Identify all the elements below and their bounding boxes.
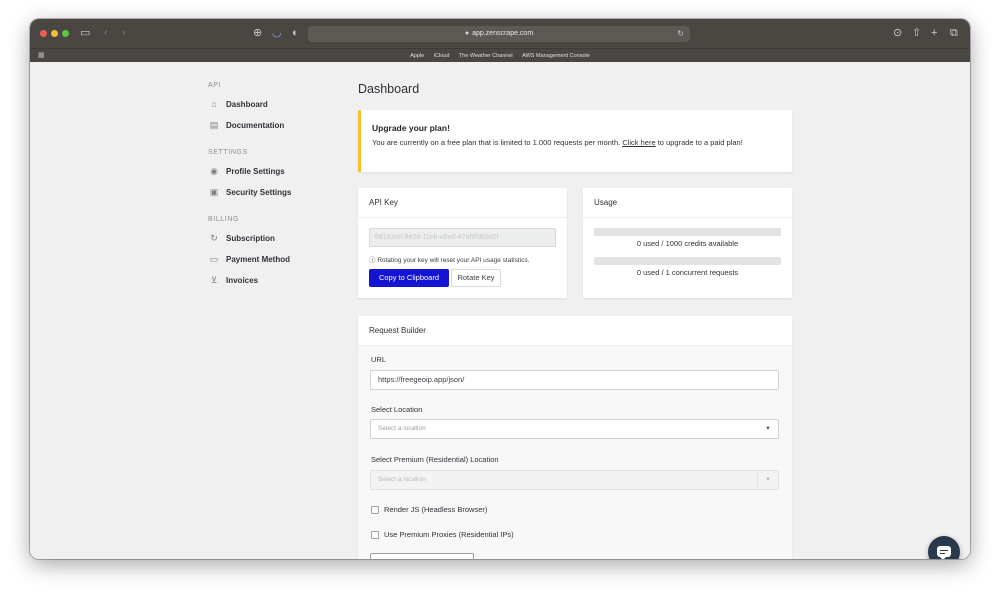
sidebar-item-label: Security Settings [226,188,292,197]
usage-header: Usage [583,188,792,218]
premium-location-placeholder: Select a location [378,476,426,483]
cart-icon: ⊻ [210,275,218,285]
favorite-link[interactable]: Apple [410,53,424,59]
forward-icon[interactable]: › [122,26,126,40]
copy-to-clipboard-button[interactable]: Copy to Clipboard [369,269,449,287]
location-select[interactable]: Select a location ▼ [370,419,779,439]
download-icon[interactable]: ⊙ [893,26,902,40]
zoom-window-button[interactable] [62,30,69,37]
tab-overview-icon[interactable]: ⧉ [950,26,958,40]
pocket-extension-icon[interactable]: ◡ [272,26,282,40]
sidebar-item-payment-method[interactable]: ▭ Payment Method [208,252,290,266]
sidebar-item-label: Dashboard [226,100,268,109]
location-placeholder: Select a location [378,425,426,432]
chat-icon [937,546,951,559]
api-key-card: API Key f8f183e0-8e2d-11eb-a5e8-47af8f9b… [358,188,567,298]
extension-add-icon[interactable]: ⊕ [253,26,262,40]
favorite-link[interactable]: The Weather Channel [459,53,513,59]
premium-location-select[interactable]: Select a location ▼ [370,470,779,490]
concurrent-progress-bar [594,257,781,265]
lock-icon: ● [464,30,470,37]
new-tab-icon[interactable]: + [931,26,937,40]
sidebar-item-label: Payment Method [226,255,291,264]
rotate-key-button[interactable]: Rotate Key [451,269,501,287]
sidebar-heading: SETTINGS [208,149,248,156]
favorites-bar: ▦ Apple iCloud The Weather Channel AWS M… [30,48,970,62]
favorite-link[interactable]: iCloud [434,53,450,59]
document-icon: ▤ [209,120,219,130]
alert-title: Upgrade your plan! [372,123,450,133]
alert-text: You are currently on a free plan that is… [372,137,782,150]
sidebar-item-label: Documentation [226,121,285,130]
concurrent-usage-text: 0 used / 1 concurrent requests [636,268,739,277]
sidebar-heading: BILLING [208,216,240,223]
user-icon: ◉ [210,166,218,176]
sidebar-item-profile-settings[interactable]: ◉ Profile Settings [208,164,285,178]
favorite-link[interactable]: AWS Management Console [522,53,590,59]
chevron-down-icon: ▼ [765,477,771,483]
minimize-window-button[interactable] [51,30,58,37]
premium-proxies-checkbox[interactable] [371,531,379,539]
back-icon[interactable]: ‹ [104,26,108,40]
page-content: API ⌂ Dashboard ▤ Documentation SETTINGS ◉… [30,62,970,559]
browser-toolbar: ▭ ‹ › ⊕ ◡ ◐ ● app.zenscrape.com ↻ ⊙ ⇧ + ⧉ [30,19,970,48]
api-key-header: API Key [358,188,567,218]
sidebar-item-subscription[interactable]: ↻ Subscription [208,231,275,245]
browser-window: ▭ ‹ › ⊕ ◡ ◐ ● app.zenscrape.com ↻ ⊙ ⇧ + ⧉… [30,19,970,559]
sidebar-item-label: Invoices [226,276,259,285]
home-icon: ⌂ [211,99,217,109]
address-url: app.zenscrape.com [472,30,534,37]
render-js-checkbox[interactable] [371,506,379,514]
location-label: Select Location [371,405,423,414]
reload-icon[interactable]: ↻ [677,26,684,42]
privacy-shield-icon[interactable]: ◐ [292,26,299,40]
url-input[interactable]: https://freegeoip.app/json/ [370,370,779,390]
share-icon[interactable]: ⇧ [912,26,921,40]
premium-proxies-label[interactable]: Use Premium Proxies (Residential IPs) [384,530,514,539]
sidebar-heading: API [208,82,222,89]
api-key-field[interactable]: f8f183e0-8e2d-11eb-a5e8-47af8f9b3d2f [369,228,556,247]
url-label: URL [371,355,387,364]
upgrade-link[interactable]: Click here [622,138,655,147]
sidebar-item-invoices[interactable]: ⊻ Invoices [208,273,258,287]
sidebar-toggle-icon[interactable]: ▭ [80,26,90,40]
address-bar[interactable]: ● app.zenscrape.com ↻ [308,26,690,42]
sidebar-item-dashboard[interactable]: ⌂ Dashboard [208,97,268,111]
request-builder-card: Request Builder URL https://freegeoip.ap… [358,316,792,559]
sidebar-item-label: Profile Settings [226,167,285,176]
sidebar-item-label: Subscription [226,234,275,243]
render-js-label[interactable]: Render JS (Headless Browser) [384,505,487,514]
sidebar-item-security-settings[interactable]: ▣ Security Settings [208,185,292,199]
request-builder-body: URL https://freegeoip.app/json/ Select L… [358,346,792,559]
alert-text-before: You are currently on a free plan that is… [372,138,623,147]
credits-progress-bar [594,228,781,236]
usage-card: Usage 0 used / 1000 credits available 0 … [583,188,792,298]
upgrade-alert: Upgrade your plan! You are currently on … [358,110,792,172]
page-title: Dashboard [358,82,420,96]
request-builder-header: Request Builder [358,316,792,346]
credit-card-icon: ▭ [209,254,219,264]
alert-text-after: to upgrade to a paid plan! [655,138,743,147]
chat-widget-button[interactable] [928,536,960,559]
credits-usage-text: 0 used / 1000 credits available [636,239,739,248]
sidebar-item-documentation[interactable]: ▤ Documentation [208,118,285,132]
api-key-note-text: Rotating your key will reset your API us… [377,257,530,264]
chevron-down-icon: ▼ [765,426,771,432]
api-key-note: ⓘ Rotating your key will reset your API … [369,254,529,264]
submit-button[interactable] [370,553,474,559]
lock-icon: ▣ [209,187,219,197]
premium-location-label: Select Premium (Residential) Location [371,455,499,464]
close-window-button[interactable] [40,30,47,37]
refresh-icon: ↻ [210,233,218,243]
